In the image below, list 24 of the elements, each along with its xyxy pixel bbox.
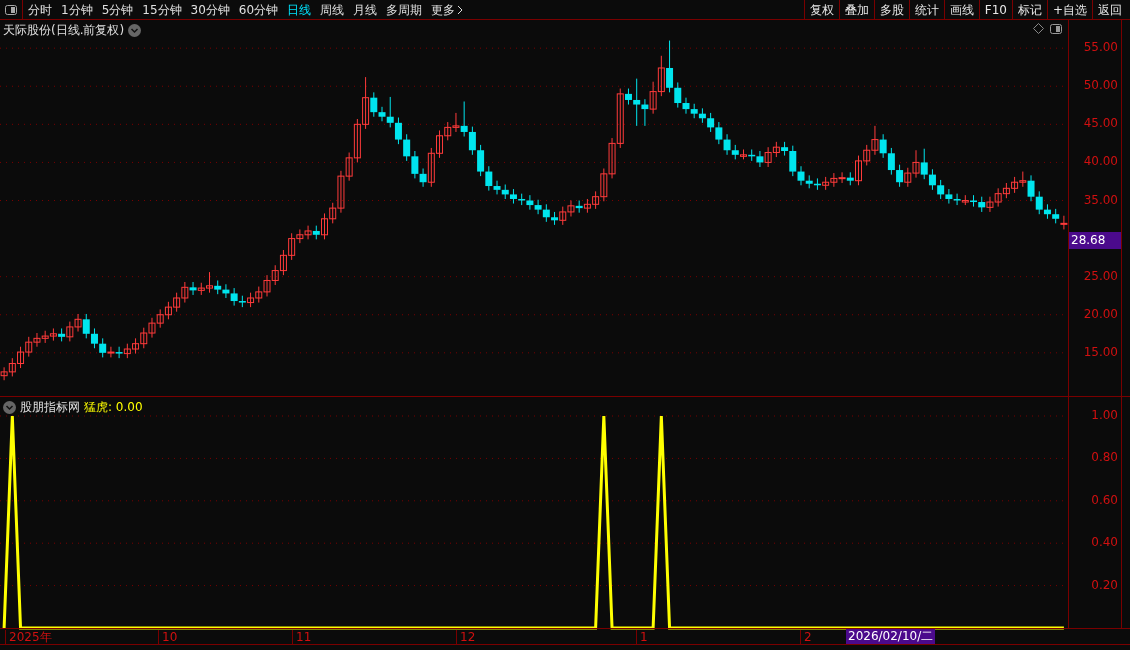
time-axis-label: 2025年 — [5, 630, 52, 644]
indicator-axis-label: 0.40 — [1091, 536, 1118, 549]
price-axis-label: 45.00 — [1083, 117, 1118, 130]
time-axis-label: 11 — [292, 630, 312, 644]
time-axis-label: 12 — [456, 630, 476, 644]
indicator-axis-label: 0.20 — [1091, 578, 1118, 591]
price-axis-label: 35.00 — [1083, 193, 1118, 206]
cursor-date-tag: 2026/02/10/二 — [846, 629, 936, 644]
price-axis-label: 15.00 — [1083, 345, 1118, 358]
last-price-tag: 28.68 — [1069, 232, 1121, 249]
indicator-axis-label: 1.00 — [1091, 409, 1118, 421]
time-axis-label: 10 — [158, 630, 178, 644]
indicator-axis-label: 0.80 — [1091, 451, 1118, 464]
indicator-axis-label: 0.60 — [1091, 493, 1118, 506]
price-axis-label: 50.00 — [1083, 79, 1118, 92]
time-axis-label: 1 — [636, 630, 648, 644]
stock-title: 天际股份(日线.前复权) — [3, 22, 125, 39]
indicator-name: 股朋指标网 — [20, 399, 80, 416]
price-axis-label: 20.00 — [1083, 307, 1118, 320]
indicator-value: 猛虎: 0.00 — [84, 399, 143, 416]
price-axis-label: 40.00 — [1083, 155, 1118, 168]
price-axis-label: 55.00 — [1083, 41, 1118, 54]
time-axis-label: 2 — [800, 630, 812, 644]
price-axis-label: 25.00 — [1083, 269, 1118, 282]
